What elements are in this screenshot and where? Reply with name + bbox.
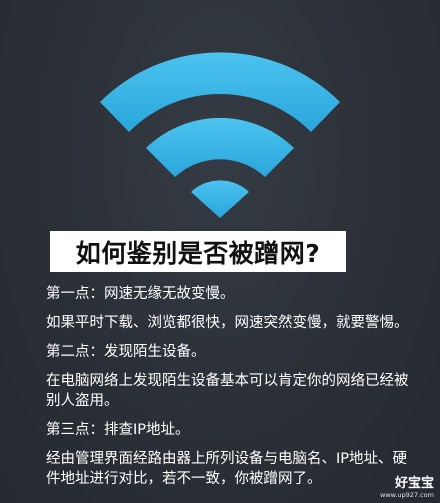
point-1-heading: 第一点：网速无缘无故变慢。 bbox=[46, 286, 235, 302]
watermark-name: 好宝宝 bbox=[394, 476, 434, 491]
point-2-body: 在电脑网络上发现陌生设备基本可以肯定你的网络已经被别人盗用。 bbox=[46, 373, 409, 409]
watermark: 好宝宝 www.up927.com bbox=[379, 476, 434, 500]
point-2-heading: 第二点：发现陌生设备。 bbox=[46, 344, 206, 360]
wifi-icon bbox=[100, 52, 340, 218]
content-area: 第一点：网速无缘无故变慢。 如果平时下载、浏览都很快，网速突然变慢，就要警惕。 … bbox=[46, 284, 416, 498]
point-3-body: 经由管理界面经路由器上所列设备与电脑名、IP地址、硬件地址进行对比，若不一致，你… bbox=[46, 451, 408, 487]
page-title: 如何鉴别是否被蹭网? bbox=[75, 238, 321, 268]
point-3-heading: 第三点：排查IP地址。 bbox=[46, 422, 190, 438]
point-1-body: 如果平时下载、浏览都很快，网速突然变慢，就要警惕。 bbox=[46, 315, 409, 331]
wifi-arc-middle bbox=[146, 117, 294, 177]
wifi-wedge-inner bbox=[191, 180, 249, 218]
title-banner: 如何鉴别是否被蹭网? bbox=[50, 231, 346, 272]
watermark-url: www.up927.com bbox=[379, 491, 434, 499]
